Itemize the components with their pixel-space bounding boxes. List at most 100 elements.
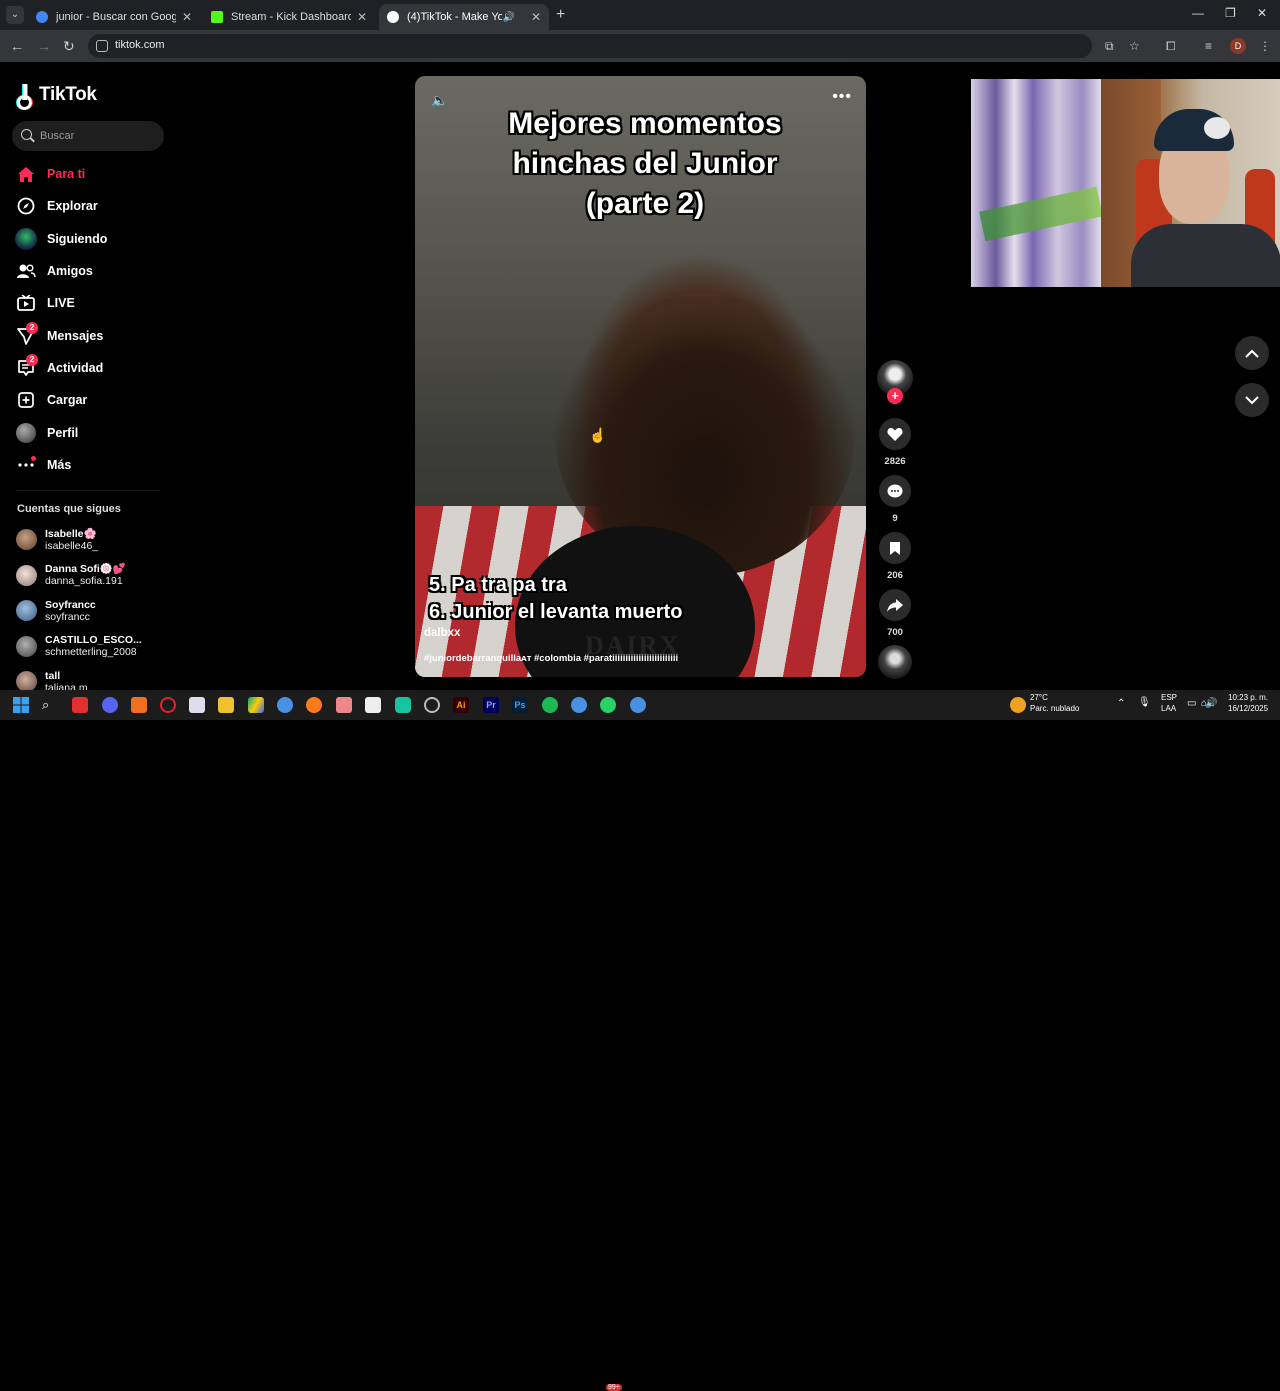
keyboard-layout[interactable]: LAA bbox=[1161, 704, 1176, 713]
app-icon[interactable] bbox=[72, 697, 88, 713]
app-icon[interactable] bbox=[395, 697, 411, 713]
reload-icon[interactable]: ↻ bbox=[63, 38, 75, 55]
clock-time[interactable]: 10:23 p. m. bbox=[1228, 693, 1268, 702]
video-author[interactable]: dalbxx bbox=[424, 627, 460, 639]
close-window-icon[interactable]: ✕ bbox=[1257, 6, 1267, 20]
profile-avatar[interactable]: D bbox=[1230, 38, 1246, 54]
weather-description: Parc. nublado bbox=[1030, 704, 1080, 713]
chrome-icon[interactable] bbox=[571, 697, 587, 713]
list-item[interactable]: Danna Sofi🍥💕 danna_sofia.191 bbox=[16, 558, 166, 594]
obs-icon[interactable] bbox=[424, 697, 440, 713]
app-icon[interactable] bbox=[131, 697, 147, 713]
more-icon bbox=[14, 455, 38, 475]
mouse-cursor-icon: ☝ bbox=[589, 427, 607, 443]
chrome-icon[interactable] bbox=[277, 697, 293, 713]
browser-tab-strip: ⌄ junior - Buscar con Google ✕ Stream - … bbox=[0, 0, 1280, 30]
google-drive-icon[interactable] bbox=[248, 697, 264, 713]
like-button[interactable] bbox=[879, 418, 911, 450]
clock-date[interactable]: 16/12/2025 bbox=[1228, 704, 1268, 713]
microphone-icon[interactable]: 🎙 bbox=[1138, 697, 1151, 708]
display-icon[interactable]: ▭ bbox=[1187, 698, 1196, 709]
tab-google[interactable]: junior - Buscar con Google ✕ bbox=[28, 4, 200, 30]
site-info-icon[interactable] bbox=[96, 40, 108, 52]
list-item[interactable]: CASTILLO_ESCO... schmetterling_2008 bbox=[16, 629, 166, 665]
previous-video-button[interactable] bbox=[1235, 336, 1269, 370]
title-line: (parte 2) bbox=[585, 187, 705, 220]
comment-button[interactable] bbox=[879, 475, 911, 507]
search-input[interactable] bbox=[40, 127, 160, 145]
tray-expand-icon[interactable]: ⌃ bbox=[1117, 698, 1125, 709]
app-icon[interactable] bbox=[336, 697, 352, 713]
music-disc-icon[interactable] bbox=[878, 645, 912, 679]
back-arrow-icon[interactable]: ← bbox=[10, 38, 24, 54]
spotify-icon[interactable] bbox=[542, 697, 558, 713]
minimize-icon[interactable]: — bbox=[1192, 6, 1204, 20]
close-tab-icon[interactable]: ✕ bbox=[357, 10, 367, 24]
sidebar-item-para-ti[interactable]: Para ti bbox=[14, 158, 164, 190]
tiktok-logo[interactable]: TikTok bbox=[17, 84, 97, 110]
illustrator-icon[interactable]: Ai bbox=[453, 697, 469, 713]
sidebar-item-actividad[interactable]: 2 Actividad bbox=[14, 352, 164, 384]
language-code[interactable]: ESP bbox=[1161, 693, 1177, 702]
avatar bbox=[16, 600, 37, 622]
firefox-icon[interactable] bbox=[306, 697, 322, 713]
save-button[interactable] bbox=[879, 532, 911, 564]
close-tab-icon[interactable]: ✕ bbox=[182, 10, 192, 24]
forward-arrow-icon[interactable]: → bbox=[37, 38, 51, 54]
windows-start-icon[interactable] bbox=[13, 697, 29, 713]
following-list: Isabelle🌸 isabelle46_ Danna Sofi🍥💕 danna_s… bbox=[16, 522, 166, 700]
close-tab-icon[interactable]: ✕ bbox=[531, 10, 541, 24]
whatsapp-icon[interactable] bbox=[600, 697, 616, 713]
browser-toolbar: ← → ↻ tiktok.com ⧉ ☆ ⧠ ≡ ⋮ bbox=[0, 30, 1280, 62]
sidebar-item-mensajes[interactable]: 2 Mensajes bbox=[14, 319, 164, 351]
opera-icon[interactable] bbox=[160, 697, 176, 713]
search-box[interactable] bbox=[12, 121, 164, 151]
sidebar-item-siguiendo[interactable]: Siguiendo bbox=[14, 223, 164, 255]
list-item[interactable]: Soyfrancc soyfrancc bbox=[16, 593, 166, 629]
sidebar-item-mas[interactable]: Más bbox=[14, 449, 164, 481]
compass-icon bbox=[14, 196, 38, 216]
sidebar-item-cargar[interactable]: Cargar bbox=[14, 384, 164, 416]
tiktok-note-icon bbox=[17, 84, 35, 110]
tab-label: junior - Buscar con Google bbox=[56, 11, 176, 23]
discord-icon[interactable] bbox=[102, 697, 118, 713]
address-bar[interactable]: tiktok.com bbox=[88, 34, 1092, 58]
follow-plus-icon[interactable]: + bbox=[887, 388, 903, 404]
browser-menu-icon[interactable]: ⋮ bbox=[1259, 39, 1271, 53]
search-icon[interactable] bbox=[21, 129, 32, 140]
sidebar-item-live[interactable]: LIVE bbox=[14, 287, 164, 319]
sidebar-item-perfil[interactable]: Perfil bbox=[14, 416, 164, 448]
install-app-icon[interactable]: ⧉ bbox=[1105, 39, 1114, 54]
bookmark-star-icon[interactable]: ☆ bbox=[1129, 39, 1140, 53]
speaker-icon[interactable]: 🔊 bbox=[502, 12, 514, 23]
extensions-puzzle-icon[interactable]: ⧠ bbox=[1166, 39, 1176, 54]
document-icon[interactable] bbox=[365, 697, 381, 713]
sidebar-item-label: LIVE bbox=[47, 296, 75, 311]
search-icon[interactable]: ⌕ bbox=[42, 697, 58, 713]
tab-kick[interactable]: Stream - Kick Dashboard ✕ bbox=[203, 4, 375, 30]
new-tab-plus-icon[interactable]: + bbox=[556, 6, 565, 24]
volume-tray-icon[interactable]: 🔊 bbox=[1205, 698, 1217, 709]
maximize-icon[interactable]: ❐ bbox=[1225, 6, 1236, 20]
weather-icon[interactable] bbox=[1010, 697, 1026, 713]
video-player[interactable]: DAIRX 🔈 ••• Mejores momentos hinchas del… bbox=[415, 76, 866, 677]
sidebar-item-amigos[interactable]: Amigos bbox=[14, 255, 164, 287]
more-options-icon[interactable]: ••• bbox=[832, 88, 852, 106]
sidebar-item-explorar[interactable]: Explorar bbox=[14, 190, 164, 222]
media-control-icon[interactable]: ≡ bbox=[1205, 39, 1212, 53]
next-video-button[interactable] bbox=[1235, 383, 1269, 417]
tab-tiktok[interactable]: (4)TikTok - Make Your Day 🔊 ✕ bbox=[379, 4, 549, 30]
chrome-icon[interactable] bbox=[630, 697, 646, 713]
store-icon[interactable] bbox=[189, 697, 205, 713]
share-arrow-icon bbox=[887, 598, 903, 612]
photoshop-icon[interactable]: Ps bbox=[512, 697, 528, 713]
file-explorer-icon[interactable] bbox=[218, 697, 234, 713]
account-name: Isabelle🌸 bbox=[45, 527, 97, 540]
premiere-icon[interactable]: Pr bbox=[483, 697, 499, 713]
list-item[interactable]: Isabelle🌸 isabelle46_ bbox=[16, 522, 166, 558]
volume-icon[interactable]: 🔈 bbox=[431, 92, 448, 109]
tab-search-dropdown-icon[interactable]: ⌄ bbox=[6, 6, 24, 24]
video-hashtags[interactable]: #juniordebarranquillaᴀᴛ #colombia #parat… bbox=[424, 653, 678, 664]
video-overlay-title: Mejores momentos hinchas del Junior (par… bbox=[455, 104, 835, 224]
share-button[interactable] bbox=[879, 589, 911, 621]
